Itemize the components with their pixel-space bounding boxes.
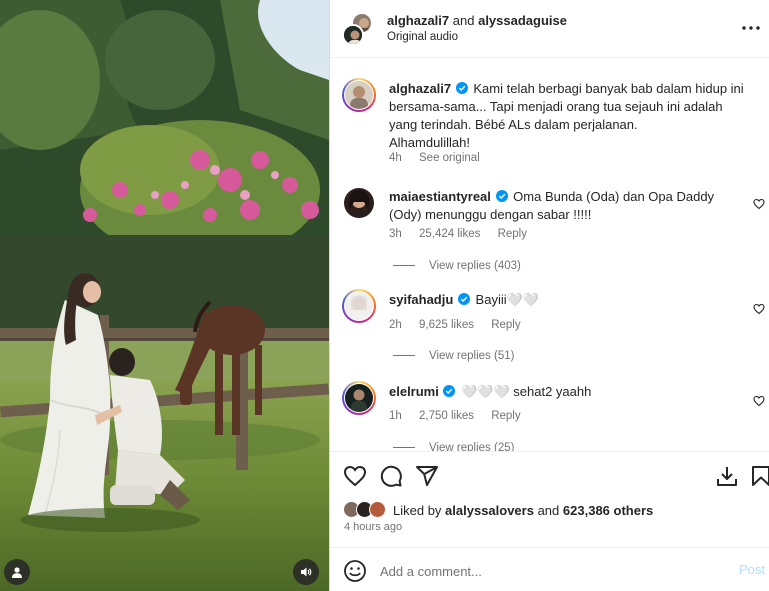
- reply-button[interactable]: Reply: [491, 319, 520, 331]
- verified-badge-icon: [443, 385, 456, 397]
- action-bar: [330, 451, 769, 495]
- avatar: [369, 501, 386, 518]
- likes-joiner: and: [537, 503, 560, 518]
- avatar: [342, 24, 364, 46]
- like-comment-heart-icon[interactable]: [753, 198, 765, 210]
- comment-time[interactable]: 3h: [389, 228, 402, 240]
- audio-link[interactable]: Original audio: [387, 31, 458, 43]
- view-replies-label: View replies (403): [429, 260, 521, 272]
- comment-username[interactable]: elelrumi: [389, 384, 439, 399]
- story-ring[interactable]: [342, 78, 376, 112]
- like-comment-heart-icon[interactable]: [753, 395, 765, 407]
- user-icon: [12, 567, 22, 578]
- comment-username[interactable]: syifahadju: [389, 292, 453, 307]
- verified-badge-icon: [495, 190, 508, 202]
- speaker-icon: [301, 567, 312, 577]
- comment-meta: 1h 2,750 likes Reply: [389, 410, 535, 422]
- avatar: [344, 188, 374, 218]
- view-replies-button[interactable]: View replies (51): [393, 350, 514, 362]
- verified-badge-icon: [457, 293, 470, 305]
- comment-username[interactable]: maiaestiantyreal: [389, 189, 491, 204]
- caption-username[interactable]: alghazali7: [389, 81, 451, 96]
- avatar: [345, 384, 373, 412]
- caption-text-2: Alhamdulillah!: [389, 135, 470, 150]
- avatar: [345, 81, 373, 109]
- likes-summary[interactable]: Liked by alalyssalovers and 623,386 othe…: [393, 503, 653, 518]
- avatar-wrap[interactable]: [342, 186, 376, 220]
- comment-input[interactable]: [380, 559, 710, 583]
- caption-time[interactable]: 4h: [389, 152, 402, 164]
- view-replies-button[interactable]: View replies (25): [393, 442, 514, 451]
- post-header: alghazali7 and alyssadaguise Original au…: [330, 0, 769, 58]
- bookmark-icon[interactable]: [749, 464, 769, 488]
- comment-time[interactable]: 1h: [389, 410, 402, 422]
- see-original-link[interactable]: See original: [419, 152, 480, 164]
- reply-button[interactable]: Reply: [491, 410, 520, 422]
- post-photo: [0, 0, 329, 591]
- more-options-button[interactable]: [739, 16, 763, 40]
- view-replies-label: View replies (51): [429, 350, 515, 362]
- authors-joiner: and: [452, 13, 475, 28]
- like-comment-heart-icon[interactable]: [753, 303, 765, 315]
- comment-likes[interactable]: 25,424 likes: [419, 228, 480, 240]
- comment-meta: 2h 9,625 likes Reply: [389, 319, 535, 331]
- download-icon[interactable]: [715, 464, 739, 488]
- author-username[interactable]: alyssadaguise: [478, 13, 567, 28]
- author-username[interactable]: alghazali7: [387, 13, 449, 28]
- post-comment-button[interactable]: Post: [739, 562, 765, 577]
- add-comment-bar: Post: [330, 547, 769, 591]
- reply-button[interactable]: Reply: [498, 228, 527, 240]
- verified-badge-icon: [455, 82, 468, 94]
- likes-others-count[interactable]: 623,386 others: [563, 503, 653, 518]
- story-ring[interactable]: [342, 289, 376, 323]
- comment-likes[interactable]: 2,750 likes: [419, 410, 474, 422]
- likes-prefix: Liked by: [393, 503, 442, 518]
- post-timestamp[interactable]: 4 hours ago: [344, 521, 402, 533]
- replies-divider: [393, 447, 415, 449]
- audio-toggle-button[interactable]: [293, 559, 319, 585]
- replies-divider: [393, 355, 415, 357]
- share-icon[interactable]: [415, 464, 439, 488]
- replies-divider: [393, 265, 415, 267]
- comment-icon[interactable]: [379, 464, 403, 488]
- post-media[interactable]: [0, 0, 329, 591]
- tagged-users-button[interactable]: [4, 559, 30, 585]
- story-ring[interactable]: [342, 381, 376, 415]
- comments-list[interactable]: alghazali7 Kami telah berbagi banyak bab…: [330, 58, 769, 451]
- comment-time[interactable]: 2h: [389, 319, 402, 331]
- collab-avatars[interactable]: [342, 12, 376, 46]
- post-details-panel: alghazali7 and alyssadaguise Original au…: [330, 0, 769, 591]
- heart-icon[interactable]: [343, 464, 367, 488]
- caption-meta: 4h See original: [389, 152, 494, 164]
- view-replies-button[interactable]: View replies (403): [393, 260, 521, 272]
- post-authors: alghazali7 and alyssadaguise: [387, 13, 567, 28]
- liker-username[interactable]: alalyssalovers: [445, 503, 534, 518]
- comment-likes[interactable]: 9,625 likes: [419, 319, 474, 331]
- comment-meta: 3h 25,424 likes Reply: [389, 228, 541, 240]
- emoji-icon[interactable]: [343, 559, 367, 583]
- view-replies-label: View replies (25): [429, 442, 515, 451]
- more-horizontal-icon: [742, 26, 760, 30]
- avatar: [345, 292, 373, 320]
- comment-text: Bayiii🤍🤍: [475, 292, 539, 307]
- comment-text: 🤍🤍🤍 sehat2 yaahh: [461, 384, 592, 399]
